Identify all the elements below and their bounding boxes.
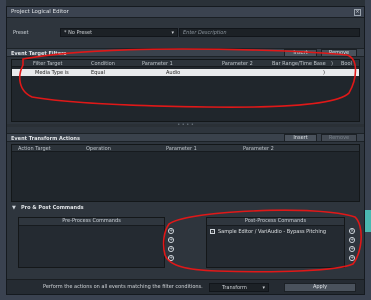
cell-paren[interactable]: ) bbox=[323, 70, 325, 76]
action-table-header: Action Target Operation Parameter 1 Para… bbox=[12, 145, 359, 152]
remove-filter-button[interactable]: Remove bbox=[321, 49, 357, 57]
col-parameter-1: Parameter 1 bbox=[142, 61, 173, 67]
add-pre-command-icon[interactable]: + bbox=[168, 255, 174, 261]
insert-action-button[interactable]: Insert bbox=[284, 134, 317, 142]
preset-label: Preset bbox=[13, 30, 29, 36]
action-table: Action Target Operation Parameter 1 Para… bbox=[11, 144, 360, 202]
cell-param1[interactable]: Audio bbox=[166, 70, 180, 76]
footer-instruction: Perform the actions on all events matchi… bbox=[43, 284, 203, 290]
description-placeholder: Enter Description bbox=[183, 30, 227, 36]
col-close-paren: ) bbox=[331, 61, 333, 67]
post-command-label: Sample Editor / VariAudio - Bypass Pitch… bbox=[218, 229, 327, 235]
col-parameter-2: Parameter 2 bbox=[243, 146, 274, 152]
add-pre-command-icon[interactable]: + bbox=[168, 228, 174, 234]
filter-table-header: Filter Target Condition Parameter 1 Para… bbox=[12, 60, 359, 67]
post-process-header: Post-Process Commands bbox=[207, 218, 344, 226]
preset-value: * No Preset bbox=[64, 30, 93, 36]
pre-process-header: Pre-Process Commands bbox=[19, 218, 164, 226]
footer-bar: Perform the actions on all events matchi… bbox=[7, 279, 364, 294]
window-title: Project Logical Editor bbox=[11, 9, 69, 15]
cell-target[interactable]: Media Type is bbox=[35, 70, 69, 76]
function-select[interactable]: Transform ▾ bbox=[209, 283, 269, 292]
cell-condition[interactable]: Equal bbox=[91, 70, 105, 76]
close-icon[interactable]: × bbox=[354, 9, 361, 16]
pre-post-title: Pro & Post Commands bbox=[21, 205, 84, 211]
filter-table: Filter Target Condition Parameter 1 Para… bbox=[11, 59, 360, 122]
add-post-command-icon[interactable]: + bbox=[349, 255, 355, 261]
section-title: Event Transform Actions bbox=[11, 135, 80, 142]
remove-action-button[interactable]: Remove bbox=[321, 134, 357, 142]
col-action-target: Action Target bbox=[18, 146, 51, 152]
chevron-down-icon: ▾ bbox=[262, 285, 265, 291]
post-command-checkbox[interactable]: ✓ bbox=[210, 229, 215, 234]
insert-filter-button[interactable]: Insert bbox=[284, 49, 317, 57]
col-condition: Condition bbox=[91, 61, 115, 67]
project-logical-editor-window: Project Logical Editor × Preset * No Pre… bbox=[6, 6, 365, 295]
col-parameter-1: Parameter 1 bbox=[166, 146, 197, 152]
table-row[interactable]: Media Type is Equal Audio ) bbox=[12, 69, 359, 76]
function-value: Transform bbox=[222, 285, 247, 291]
apply-button[interactable]: Apply bbox=[284, 283, 356, 292]
remove-post-command-icon[interactable]: × bbox=[349, 228, 355, 234]
add-post-command-icon[interactable]: + bbox=[349, 246, 355, 252]
col-operation: Operation bbox=[86, 146, 111, 152]
splitter-handle[interactable]: • • • • bbox=[7, 122, 364, 128]
col-bool: Bool bbox=[341, 61, 352, 67]
post-process-panel: Post-Process Commands ✓ Sample Editor / … bbox=[206, 217, 345, 268]
chevron-down-icon: ▾ bbox=[171, 30, 174, 36]
preset-select[interactable]: * No Preset ▾ bbox=[60, 28, 178, 37]
add-pre-command-icon[interactable]: + bbox=[168, 246, 174, 252]
pre-process-panel: Pre-Process Commands bbox=[18, 217, 165, 268]
background-frame-right bbox=[365, 0, 371, 300]
col-bar-range: Bar Range/Time Base bbox=[272, 61, 326, 67]
col-parameter-2: Parameter 2 bbox=[222, 61, 253, 67]
col-filter-target: Filter Target bbox=[33, 61, 63, 67]
description-input[interactable]: Enter Description bbox=[179, 28, 360, 37]
title-bar: Project Logical Editor × bbox=[7, 7, 364, 18]
splitter-grip-icon: • • • • bbox=[177, 122, 194, 128]
add-pre-command-icon[interactable]: + bbox=[168, 237, 174, 243]
collapse-icon[interactable]: ▼ bbox=[12, 205, 16, 211]
add-post-command-icon[interactable]: + bbox=[349, 237, 355, 243]
section-title: Event Target Filters bbox=[11, 50, 67, 57]
